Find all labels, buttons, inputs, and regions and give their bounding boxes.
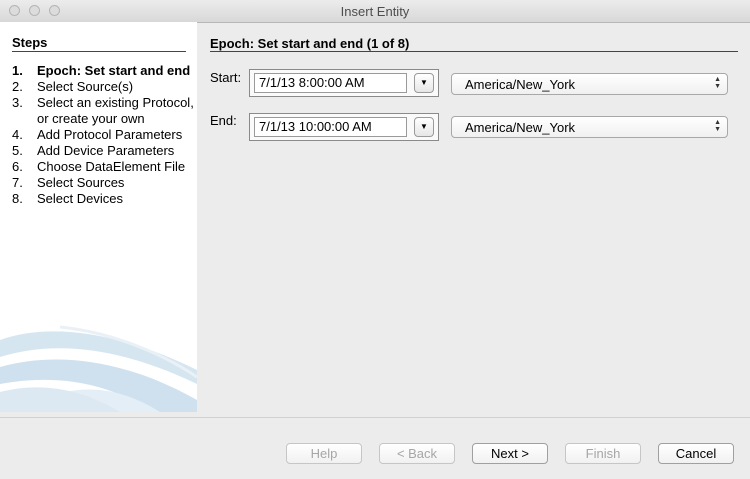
end-label: End: (210, 113, 237, 128)
step-number: 2. (12, 79, 23, 94)
step-label: Select an existing Protocol, or create y… (37, 95, 194, 126)
steps-divider (12, 51, 186, 52)
swoosh-watermark-icon (0, 325, 197, 412)
title-divider (210, 51, 738, 52)
step-item-8: 8. Select Devices (12, 191, 197, 207)
step-item-1: 1. Epoch: Set start and end (12, 63, 197, 79)
triangle-down-icon: ▼ (420, 122, 428, 131)
step-item-6: 6. Choose DataElement File (12, 159, 197, 175)
start-datetime-dropdown-button[interactable]: ▼ (414, 73, 434, 93)
step-item-4: 4. Add Protocol Parameters (12, 127, 197, 143)
step-label: Select Sources (37, 175, 125, 190)
step-item-5: 5. Add Device Parameters (12, 143, 197, 159)
start-timezone-select[interactable]: America/New_York ▲ ▼ (451, 73, 728, 95)
step-item-3: 3. Select an existing Protocol, or creat… (12, 95, 197, 127)
start-datetime-picker: 7/1/13 8:00:00 AM ▼ (249, 69, 439, 97)
up-down-arrows-icon: ▲ ▼ (714, 119, 721, 133)
step-label: Epoch: Set start and end (37, 63, 191, 78)
step-label: Select Devices (37, 191, 123, 206)
end-timezone-select[interactable]: America/New_York ▲ ▼ (451, 116, 728, 138)
step-label: Select Source(s) (37, 79, 134, 94)
end-datetime-dropdown-button[interactable]: ▼ (414, 117, 434, 137)
footer-separator (0, 417, 750, 418)
end-datetime-picker: 7/1/13 10:00:00 AM ▼ (249, 113, 439, 141)
step-number: 3. (12, 95, 23, 110)
page-title: Epoch: Set start and end (1 of 8) (210, 36, 410, 51)
end-timezone-value: America/New_York (465, 120, 576, 135)
start-timezone-value: America/New_York (465, 77, 576, 92)
steps-heading: Steps (12, 35, 48, 50)
start-label: Start: (210, 70, 242, 85)
step-number: 4. (12, 127, 23, 142)
step-number: 6. (12, 159, 23, 174)
up-down-arrows-icon: ▲ ▼ (714, 76, 721, 90)
end-datetime-input[interactable]: 7/1/13 10:00:00 AM (254, 117, 407, 137)
cancel-button[interactable]: Cancel (658, 443, 734, 464)
triangle-down-icon: ▼ (420, 78, 428, 87)
step-number: 1. (12, 63, 23, 78)
step-label: Add Device Parameters (37, 143, 175, 158)
window-title: Insert Entity (340, 4, 410, 19)
back-button[interactable]: < Back (379, 443, 455, 464)
start-datetime-input[interactable]: 7/1/13 8:00:00 AM (254, 73, 407, 93)
step-item-2: 2. Select Source(s) (12, 79, 197, 95)
step-list: 1. Epoch: Set start and end 2. Select So… (12, 63, 197, 207)
next-button[interactable]: Next > (472, 443, 548, 464)
step-number: 7. (12, 175, 23, 190)
step-label: Choose DataElement File (37, 159, 186, 174)
finish-button[interactable]: Finish (565, 443, 641, 464)
help-button[interactable]: Help (286, 443, 362, 464)
step-number: 8. (12, 191, 23, 206)
step-number: 5. (12, 143, 23, 158)
window-titlebar: Insert Entity (0, 0, 750, 23)
step-item-7: 7. Select Sources (12, 175, 197, 191)
step-label: Add Protocol Parameters (37, 127, 183, 142)
steps-sidebar: Steps 1. Epoch: Set start and end 2. Sel… (0, 22, 197, 412)
